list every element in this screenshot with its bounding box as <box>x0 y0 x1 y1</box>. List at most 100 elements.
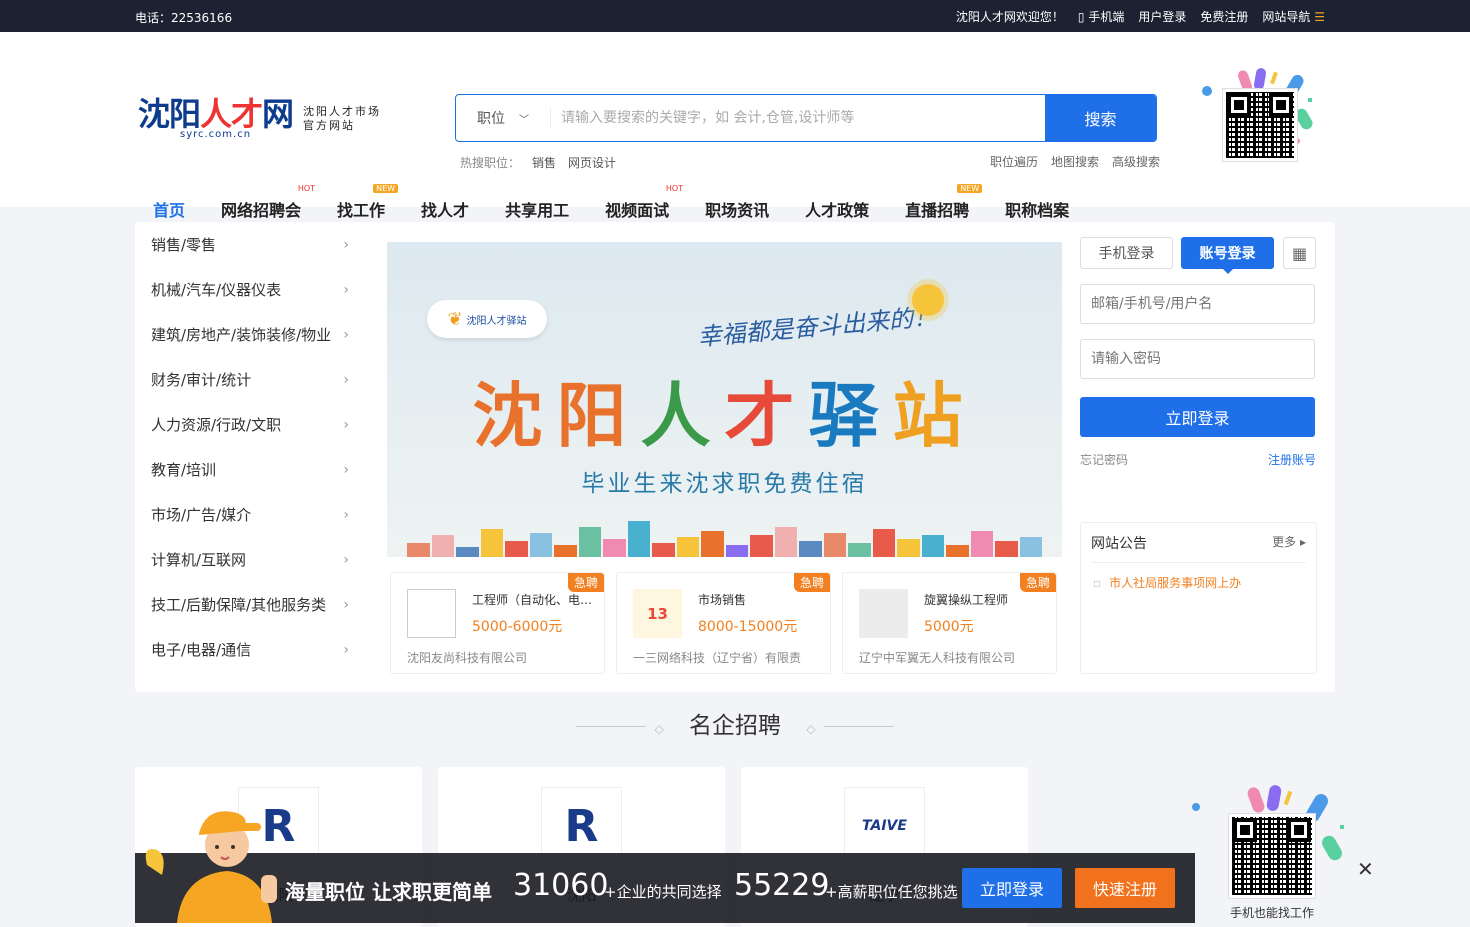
diamond-icon: ◇ <box>654 722 664 736</box>
new-badge: NEW <box>373 184 399 193</box>
phone-icon: ▯ <box>1077 10 1085 24</box>
chevron-right-icon: › <box>343 371 349 388</box>
site-logo[interactable]: 沈阳人才网 syrc.com.cn 沈阳人才市场 官方网站 <box>138 97 381 140</box>
qr-code-pattern <box>1232 817 1312 895</box>
qr-code-pattern <box>1226 92 1294 158</box>
divider <box>576 726 647 727</box>
category-item[interactable]: 技工/后勤保障/其他服务类 › <box>135 582 365 627</box>
advanced-search-link[interactable]: 高级搜索 <box>1112 153 1160 170</box>
job-company: 沈阳友尚科技有限公司 <box>407 651 528 665</box>
site-notice: 网站公告 更多 ▸ 市人社局服务事项网上办 <box>1080 522 1317 674</box>
banner-subtitle: 毕业生来沈求职免费住宿 <box>581 471 868 497</box>
job-card[interactable]: 急聘 工程师（自动化、电气... 5000-6000元 沈阳友尚科技有限公司 <box>390 572 605 674</box>
divider <box>823 726 894 727</box>
category-item[interactable]: 机械/汽车/仪器仪表 › <box>135 267 365 312</box>
search-type-value: 职位 <box>477 111 505 127</box>
company-logo <box>859 589 908 638</box>
hot-badge: HOT <box>297 184 316 193</box>
company-logo: 13 <box>633 589 682 638</box>
top-bar: 电话：22536166 沈阳人才网欢迎您！ ▯ 手机端 用户登录 免费注册 网站… <box>0 0 1470 32</box>
promo-register-button[interactable]: 快速注册 <box>1075 868 1175 908</box>
qr-login-icon[interactable]: ▦ <box>1283 237 1316 269</box>
search-links: 职位遍历 地图搜索 高级搜索 <box>990 153 1160 170</box>
category-item[interactable]: 计算机/互联网 › <box>135 537 365 582</box>
mobile-label: 手机端 <box>1088 10 1125 24</box>
tab-phone-login[interactable]: 手机登录 <box>1080 237 1173 269</box>
mobile-link[interactable]: ▯ 手机端 <box>1078 8 1124 25</box>
logo-slogan: 沈阳人才市场 官方网站 <box>303 104 382 132</box>
chevron-right-icon: › <box>343 596 349 613</box>
notice-item[interactable]: 市人社局服务事项网上办 <box>1093 574 1306 591</box>
sun-icon <box>912 284 944 316</box>
category-item[interactable]: 人力资源/行政/文职 › <box>135 402 365 447</box>
job-title: 工程师（自动化、电气... <box>472 593 600 607</box>
hero-banner[interactable]: ❦ 沈阳人才驿站 幸福都是奋斗出来的！ 沈阳人才驿站 毕业生来沈求职免费住宿 <box>387 242 1062 557</box>
job-salary: 5000-6000元 <box>472 619 563 635</box>
login-tabs: 手机登录 账号登录 ▦ <box>1080 237 1316 274</box>
chevron-right-icon: › <box>343 416 349 433</box>
app-qr-code <box>1228 813 1316 899</box>
login-button[interactable]: 立即登录 <box>1080 397 1315 437</box>
urgent-badge: 急聘 <box>567 573 604 592</box>
map-search-link[interactable]: 地图搜索 <box>1051 153 1099 170</box>
category-item[interactable]: 教育/培训 › <box>135 447 365 492</box>
chevron-right-icon: › <box>343 281 349 298</box>
promo-slogan: 海量职位 让求职更简单 <box>285 880 492 904</box>
job-company: 辽宁中军翼无人科技有限公司 <box>859 651 1016 665</box>
register-link[interactable]: 注册账号 <box>1268 451 1316 468</box>
mascot-illustration <box>145 811 277 923</box>
category-item[interactable]: 建筑/房地产/装饰装修/物业 › <box>135 312 365 357</box>
job-browse-link[interactable]: 职位遍历 <box>990 153 1038 170</box>
hot-label: 热搜职位： <box>460 156 521 170</box>
search-input[interactable] <box>551 95 1045 141</box>
job-card[interactable]: 急聘 13 市场销售 8000-15000元 一三网络科技（辽宁省）有限责 <box>616 572 831 674</box>
close-icon[interactable]: ✕ <box>1357 857 1374 881</box>
category-item[interactable]: 电子/电器/通信 › <box>135 627 365 672</box>
urgent-badge: 急聘 <box>1019 573 1056 592</box>
header: 沈阳人才网 syrc.com.cn 沈阳人才市场 官方网站 职位 ﹀ 搜索 热搜… <box>0 32 1470 237</box>
category-item[interactable]: 销售/零售 › <box>135 222 365 267</box>
chevron-right-icon: › <box>343 461 349 478</box>
section-title: 名企招聘 <box>689 713 781 739</box>
forgot-password-link[interactable]: 忘记密码 <box>1080 451 1128 468</box>
banner-slogan: 幸福都是奋斗出来的！ <box>696 302 938 352</box>
job-title: 旋翼操纵工程师 <box>924 593 1009 607</box>
chevron-right-icon: › <box>343 551 349 568</box>
city-skyline <box>387 515 1062 557</box>
company-logo <box>407 589 456 638</box>
password-field[interactable] <box>1080 339 1315 379</box>
job-title: 市场销售 <box>698 593 747 607</box>
chevron-right-icon: › <box>343 506 349 523</box>
hot-item[interactable]: 网页设计 <box>568 154 616 171</box>
banner-title: 沈阳人才驿站 <box>472 375 977 457</box>
notice-more-link[interactable]: 更多 ▸ <box>1272 533 1306 553</box>
site-nav-link[interactable]: 网站导航 ☰ <box>1262 8 1325 25</box>
job-card[interactable]: 急聘 旋翼操纵工程师 5000元 辽宁中军翼无人科技有限公司 <box>842 572 1057 674</box>
hot-item[interactable]: 销售 <box>532 154 556 171</box>
urgent-badge: 急聘 <box>793 573 830 592</box>
search-button[interactable]: 搜索 <box>1045 95 1156 141</box>
tab-account-login[interactable]: 账号登录 <box>1181 237 1274 274</box>
section-famous-companies: ◇ 名企招聘 ◇ <box>0 706 1470 740</box>
hot-searches: 热搜职位： 销售 网页设计 <box>460 154 616 171</box>
promo-login-button[interactable]: 立即登录 <box>962 868 1062 908</box>
category-item[interactable]: 市场/广告/媒介 › <box>135 492 365 537</box>
free-register-link[interactable]: 免费注册 <box>1200 8 1248 25</box>
welcome-text: 沈阳人才网欢迎您！ <box>955 10 1064 24</box>
username-field[interactable] <box>1080 284 1315 324</box>
job-count-label: +高薪职位任您挑选 <box>825 883 958 901</box>
notice-title: 网站公告 <box>1091 536 1147 552</box>
urgent-jobs: 急聘 工程师（自动化、电气... 5000-6000元 沈阳友尚科技有限公司 急… <box>390 572 1057 674</box>
hot-badge: HOT <box>665 184 684 193</box>
job-company: 一三网络科技（辽宁省）有限责 <box>633 651 802 665</box>
job-count: 55229 <box>734 868 830 903</box>
user-login-link[interactable]: 用户登录 <box>1138 8 1186 25</box>
new-badge: NEW <box>957 184 983 193</box>
job-salary: 5000元 <box>924 619 974 635</box>
login-panel: 手机登录 账号登录 ▦ 立即登录 忘记密码 注册账号 <box>1080 237 1316 468</box>
category-menu: 销售/零售 › 机械/汽车/仪器仪表 › 建筑/房地产/装饰装修/物业 › 财务/审计… <box>135 222 365 672</box>
menu-icon: ☰ <box>1314 10 1325 24</box>
site-nav-label: 网站导航 <box>1262 10 1311 24</box>
category-item[interactable]: 财务/审计/统计 › <box>135 357 365 402</box>
search-type-select[interactable]: 职位 ﹀ <box>456 107 551 129</box>
